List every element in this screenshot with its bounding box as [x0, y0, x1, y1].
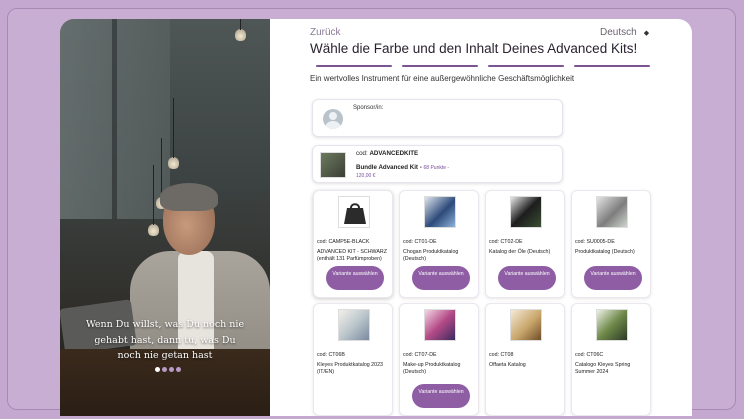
quote-line: gehabt hast, dann tu, was Du	[94, 334, 236, 346]
product-card[interactable]: cod: CT08 Offaeta Katalog	[485, 303, 565, 416]
kit-price: 120,00 €	[356, 173, 376, 179]
hero-photo: Wenn Du willst, was Du noch nie gehabt h…	[60, 19, 270, 416]
product-name: Offaeta Katalog	[489, 362, 526, 368]
step-bar	[574, 65, 650, 67]
kit-name-text: Bundle Advanced Kit -	[356, 164, 422, 171]
select-variant-button[interactable]: Variante auswählen	[412, 266, 470, 290]
product-code: cod: CT06B	[317, 352, 345, 358]
quote-line: noch nie getan hast	[117, 350, 213, 361]
carousel-dot[interactable]	[169, 367, 174, 372]
product-image	[338, 309, 370, 341]
product-code: cod: CT01-DE	[403, 239, 437, 245]
select-variant-button[interactable]: Variante auswählen	[498, 266, 556, 290]
sponsor-box: Sponsor/in:	[312, 99, 563, 137]
page-subtitle: Ein wertvolles Instrument für eine außer…	[310, 74, 575, 83]
kit-thumbnail	[320, 152, 346, 178]
product-image	[338, 196, 370, 228]
sponsor-label: Sponsor/in:	[353, 105, 384, 111]
product-code: cod: CT07-DE	[403, 352, 437, 358]
select-variant-button[interactable]: Variante auswählen	[326, 266, 384, 290]
product-card[interactable]: cod: CT06C Catalogo Kleyes Spring Summer …	[571, 303, 651, 416]
product-image	[424, 196, 456, 228]
product-name: Produktkatalog (Deutsch)	[575, 249, 635, 255]
product-code: cod: CT06C	[575, 352, 604, 358]
back-link[interactable]: Zurück	[310, 27, 341, 38]
product-image	[424, 309, 456, 341]
product-name: Kleyes Produktkatalog 2023 (IT/EN)	[317, 362, 383, 375]
carousel-dot[interactable]	[176, 367, 181, 372]
carousel-dot[interactable]	[155, 367, 160, 372]
kit-code-value: ADVANCEDKITE	[369, 150, 419, 157]
product-card[interactable]: cod: CT02-DE Katalog der Öle (Deutsch) Var…	[485, 190, 565, 298]
step-bar	[402, 65, 478, 67]
product-card[interactable]: cod: CT06B Kleyes Produktkatalog 2023 (IT…	[313, 303, 393, 416]
product-card[interactable]: cod: CAMP5E-BLACK ADVANCED KIT - SCHWARZ …	[313, 190, 393, 298]
product-image	[596, 309, 628, 341]
step-indicator	[316, 65, 650, 67]
page-title: Wähle die Farbe und den Inhalt Deines Ad…	[310, 41, 638, 56]
person-hair	[160, 183, 218, 211]
kit-points: 68 Punkte -	[423, 165, 450, 171]
carousel-dot[interactable]	[162, 367, 167, 372]
product-image	[510, 196, 542, 228]
product-card[interactable]: cod: CT07-DE Make-up Produktkatalog (Deut…	[399, 303, 479, 416]
hero-quote: Wenn Du willst, was Du noch nie gehabt h…	[60, 317, 270, 364]
carousel-dots	[155, 367, 181, 372]
product-image	[510, 309, 542, 341]
quote-line: Wenn Du willst, was Du noch nie	[85, 319, 245, 330]
product-card[interactable]: cod: CT01-DE Chogan Produktkatalog (Deuts…	[399, 190, 479, 298]
kit-code: cod: ADVANCEDKITE	[356, 150, 418, 157]
selected-kit-box: cod: ADVANCEDKITE Bundle Advanced Kit - …	[312, 145, 563, 183]
product-name: Chogan Produktkatalog (Deutsch)	[403, 249, 459, 262]
select-variant-button[interactable]: Variante auswählen	[584, 266, 642, 290]
select-variant-button[interactable]: Variante auswählen	[412, 384, 470, 408]
avatar-icon	[323, 109, 343, 129]
product-name: ADVANCED KIT - SCHWARZ (enthält 131 Parf…	[317, 249, 387, 262]
product-name: Catalogo Kleyes Spring Summer 2024	[575, 362, 631, 375]
product-image	[596, 196, 628, 228]
kit-code-prefix: cod:	[356, 150, 368, 157]
page-card: Wenn Du willst, was Du noch nie gehabt h…	[60, 19, 692, 416]
pendant-lamp	[148, 165, 159, 236]
pendant-lamp	[168, 98, 179, 169]
product-code: cod: CT08	[489, 352, 514, 358]
product-name: Make-up Produktkatalog (Deutsch)	[403, 362, 461, 375]
product-code: cod: SU0005-DE	[575, 239, 615, 245]
product-name: Katalog der Öle (Deutsch)	[489, 249, 551, 255]
product-card[interactable]: cod: SU0005-DE Produktkatalog (Deutsch) Va…	[571, 190, 651, 298]
main-content: Zurück Deutsch ◆ Wähle die Farbe und den …	[310, 19, 692, 416]
step-bar	[488, 65, 564, 67]
select-caret-icon: ◆	[643, 30, 650, 37]
product-code: cod: CAMP5E-BLACK	[317, 239, 370, 245]
pendant-lamp	[235, 19, 246, 41]
step-bar	[316, 65, 392, 67]
product-code: cod: CT02-DE	[489, 239, 523, 245]
kit-name: Bundle Advanced Kit - 68 Punkte -	[356, 164, 449, 171]
language-select[interactable]: Deutsch ◆	[600, 27, 649, 38]
language-value: Deutsch	[600, 27, 637, 38]
